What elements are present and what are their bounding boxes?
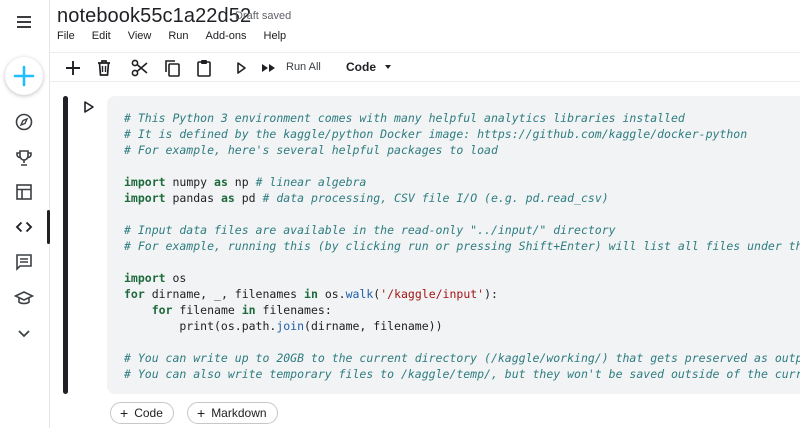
menu-icon[interactable]	[0, 4, 48, 40]
code-line: # You can also write temporary files to …	[124, 367, 800, 381]
run-cell-icon[interactable]	[230, 56, 252, 80]
compass-icon[interactable]	[0, 104, 48, 140]
plus-icon: +	[197, 405, 206, 421]
comments-icon[interactable]	[0, 244, 48, 280]
code-cell-editor[interactable]: # This Python 3 environment comes with m…	[107, 96, 800, 394]
code-line: import os	[124, 271, 187, 285]
menu-view[interactable]: View	[128, 30, 152, 46]
code-line: import pandas as pd # data processing, C…	[124, 191, 609, 205]
run-all-button[interactable]: Run All	[286, 61, 321, 73]
create-icon[interactable]	[5, 57, 43, 95]
add-markdown-cell-button[interactable]: + Markdown	[187, 402, 278, 424]
code-icon[interactable]	[0, 209, 48, 245]
code-line: # Input data files are available in the …	[124, 223, 616, 237]
code-line: # For example, here's several helpful pa…	[124, 143, 498, 157]
menu-file[interactable]: File	[57, 30, 75, 46]
code-line: # For example, running this (by clicking…	[124, 239, 800, 253]
menu-add-ons[interactable]: Add-ons	[206, 30, 247, 46]
menu-bar: File Edit View Run Add-ons Help	[57, 30, 303, 46]
selected-cell-indicator	[63, 96, 68, 394]
run-all-icon[interactable]	[257, 56, 281, 80]
plus-icon: +	[120, 405, 129, 421]
notebook-toolbar: Run All Code	[50, 52, 800, 82]
cell-type-select[interactable]: Code	[346, 60, 376, 74]
save-status: Draft saved	[235, 10, 292, 22]
active-indicator	[47, 210, 50, 244]
code-line: for filename in filenames:	[151, 303, 332, 317]
play-icon	[84, 101, 94, 113]
code-line: # You can write up to 20GB to the curren…	[124, 351, 800, 365]
code-content: # This Python 3 environment comes with m…	[124, 110, 800, 382]
learn-icon[interactable]	[0, 280, 48, 316]
notebook-title[interactable]: notebook55c1a22d52	[57, 5, 251, 28]
code-line: # It is defined by the kaggle/python Doc…	[124, 127, 748, 141]
menu-run[interactable]: Run	[168, 30, 188, 46]
menu-help[interactable]: Help	[264, 30, 287, 46]
add-code-label: Code	[134, 406, 163, 420]
add-cell-icon[interactable]	[62, 56, 84, 80]
delete-icon[interactable]	[93, 56, 115, 80]
code-line: print(os.path.join(dirname, filename))	[124, 319, 443, 333]
code-line: for dirname, _, filenames in os.walk('/k…	[124, 287, 498, 301]
more-icon[interactable]	[0, 315, 48, 351]
trophy-icon[interactable]	[0, 140, 48, 176]
code-line: import numpy as np # linear algebra	[124, 175, 367, 189]
add-markdown-label: Markdown	[211, 406, 267, 420]
copy-icon[interactable]	[161, 56, 183, 80]
run-cell-button[interactable]	[82, 100, 96, 114]
code-line: # This Python 3 environment comes with m…	[124, 111, 685, 125]
chevron-down-icon[interactable]	[385, 65, 391, 69]
paste-icon[interactable]	[193, 56, 215, 80]
cut-icon[interactable]	[129, 56, 151, 80]
add-code-cell-button[interactable]: + Code	[110, 402, 174, 424]
menu-edit[interactable]: Edit	[92, 30, 111, 46]
left-sidebar	[0, 0, 50, 428]
table-icon[interactable]	[0, 174, 48, 210]
